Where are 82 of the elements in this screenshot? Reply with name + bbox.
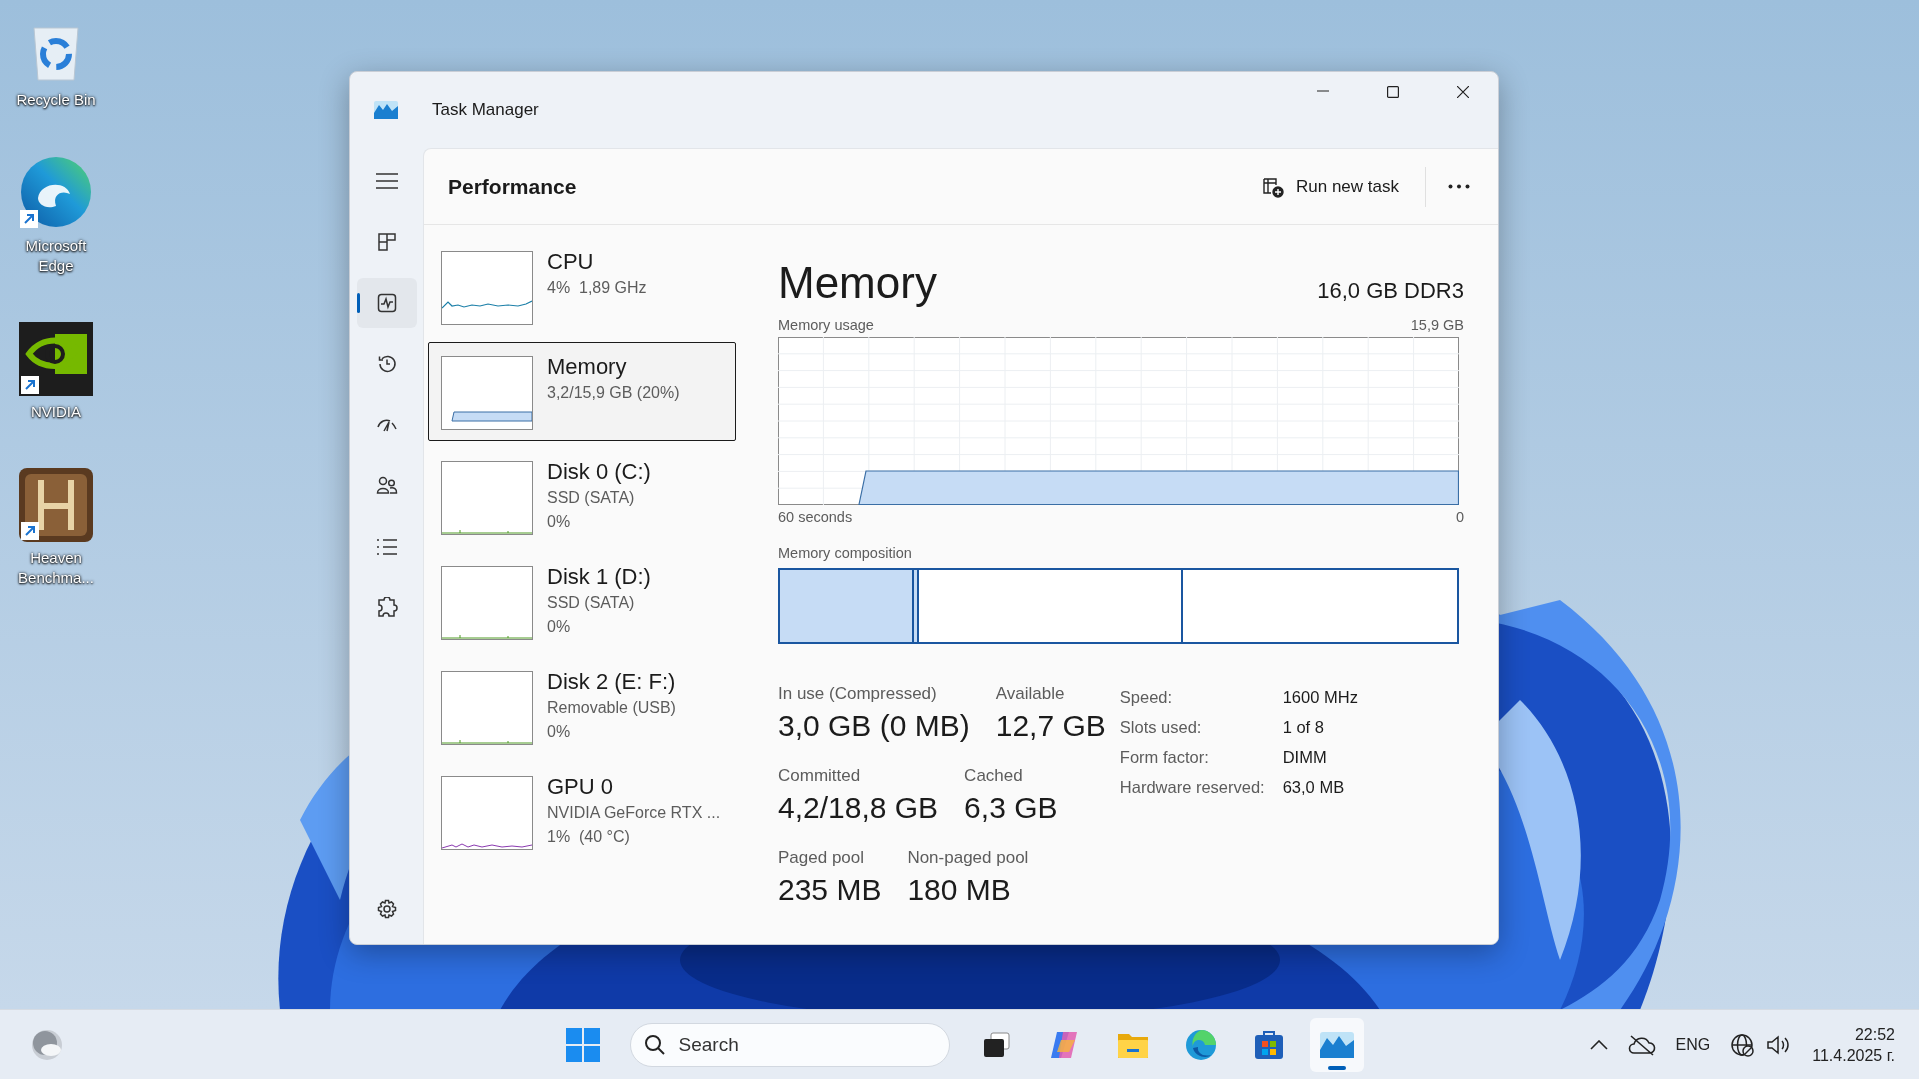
stat-label: Cached (964, 765, 1024, 787)
stat-label: Paged pool (778, 847, 866, 869)
resource-name: Disk 1 (D:) (547, 563, 651, 591)
spec-label: Slots used: (1119, 717, 1203, 738)
language-indicator[interactable]: ENG (1675, 1035, 1711, 1054)
resource-list-item[interactable]: CPU 4% 1,89 GHz (428, 237, 736, 336)
stat-value: 6,3 GB (964, 790, 1058, 826)
spec-value: 1600 MHz (1282, 687, 1358, 708)
menu-icon (375, 173, 398, 189)
ornate-letter-icon[interactable] (19, 468, 93, 542)
spec-value: DIMM (1282, 747, 1328, 768)
stacked-windows-icon (982, 1031, 1011, 1058)
stat-value: 3,0 GB (0 MB) (778, 708, 970, 744)
window-title: Task Manager (432, 100, 540, 120)
time-axis-label: 60 seconds (778, 508, 853, 527)
edge-icon (1184, 1028, 1217, 1061)
close-icon (1457, 86, 1469, 98)
resource-name: Disk 2 (E: F:) (547, 668, 676, 696)
resource-reading: 1% (40 °C) (547, 827, 631, 847)
stat-label: In use (Compressed) (778, 683, 938, 705)
spec-value: 1 of 8 (1282, 717, 1325, 738)
spec-label: Form factor: (1119, 747, 1210, 768)
resource-name: CPU (547, 248, 595, 276)
pulse-icon (376, 293, 397, 313)
stat-value: 235 MB (778, 872, 882, 908)
resource-name: Memory (547, 353, 628, 381)
puzzle-icon (375, 597, 398, 619)
app-icon (374, 101, 398, 119)
time-axis-label: 0 (1455, 508, 1464, 527)
resource-reading: 0% (547, 512, 572, 532)
history-icon (376, 354, 397, 374)
windows-icon (565, 1027, 600, 1062)
run-new-task-button[interactable]: Run new task (1250, 167, 1411, 206)
stat-label: Non-paged pool (907, 847, 1029, 869)
resource-reading: 0% (547, 722, 572, 742)
resource-reading: 4% 1,89 GHz (547, 278, 647, 298)
resource-reading: NVIDIA GeForce RTX ... (547, 803, 721, 823)
weather-icon[interactable] (30, 1027, 64, 1062)
spec-label: Hardware reserved: (1119, 777, 1265, 798)
memory-spec: 16,0 GB DDR3 (1317, 278, 1464, 304)
resource-list-item[interactable]: GPU 0 NVIDIA GeForce RTX ... 1% (40 °C) (428, 762, 736, 861)
clock-time[interactable]: 22:52 (1854, 1023, 1895, 1045)
eye-logo-icon[interactable] (19, 322, 93, 396)
resource-list-item[interactable]: Disk 1 (D:) SSD (SATA) 0% (428, 552, 736, 651)
chart-label: Memory composition (778, 544, 913, 563)
resource-list-item[interactable]: Disk 2 (E: F:) Removable (USB) 0% (428, 657, 736, 756)
clock-date[interactable]: 11.4.2025 г. (1812, 1044, 1895, 1066)
spec-value: 63,0 MB (1282, 777, 1346, 798)
resource-list-item[interactable]: Memory 3,2/15,9 GB (20%) (428, 342, 736, 441)
resource-reading: Removable (USB) (547, 698, 676, 718)
edge-icon[interactable] (18, 154, 94, 230)
store-icon (1253, 1029, 1284, 1060)
chart-max-label: 15,9 GB (1410, 316, 1464, 335)
add-task-icon (1262, 175, 1284, 198)
users-icon (375, 476, 398, 496)
cloud-off-icon[interactable] (1627, 1033, 1656, 1056)
nav-tab[interactable] (356, 278, 417, 328)
chevron-up-icon[interactable] (1589, 1039, 1608, 1050)
resource-reading: SSD (SATA) (547, 488, 636, 508)
page-title: Performance (448, 174, 578, 199)
globe-icon[interactable] (1730, 1032, 1755, 1057)
stat-value: 12,7 GB (995, 708, 1106, 744)
maximize-icon (1387, 86, 1399, 98)
app-icon (1319, 1031, 1354, 1058)
resource-name: Disk 0 (C:) (547, 458, 651, 486)
resource-reading: SSD (SATA) (547, 593, 636, 613)
grid-icon (376, 232, 397, 252)
resource-name: GPU 0 (547, 773, 615, 801)
list-icon (375, 538, 398, 556)
more-icon (1448, 184, 1470, 189)
resource-list-item[interactable]: Disk 0 (C:) SSD (SATA) 0% (428, 447, 736, 546)
resource-reading: 0% (547, 617, 572, 637)
resource-reading: 3,2/15,9 GB (20%) (547, 383, 680, 403)
stat-value: 180 MB (907, 872, 1012, 908)
stat-value: 4,2/18,8 GB (778, 790, 939, 826)
detail-title: Memory (778, 257, 937, 309)
stat-label: Committed (778, 765, 862, 787)
settings-icon (376, 899, 397, 919)
chart-label: Memory usage (778, 316, 874, 335)
search-field[interactable]: Search (629, 1022, 950, 1067)
spec-label: Speed: (1119, 687, 1174, 708)
stat-label: Available (995, 683, 1066, 705)
